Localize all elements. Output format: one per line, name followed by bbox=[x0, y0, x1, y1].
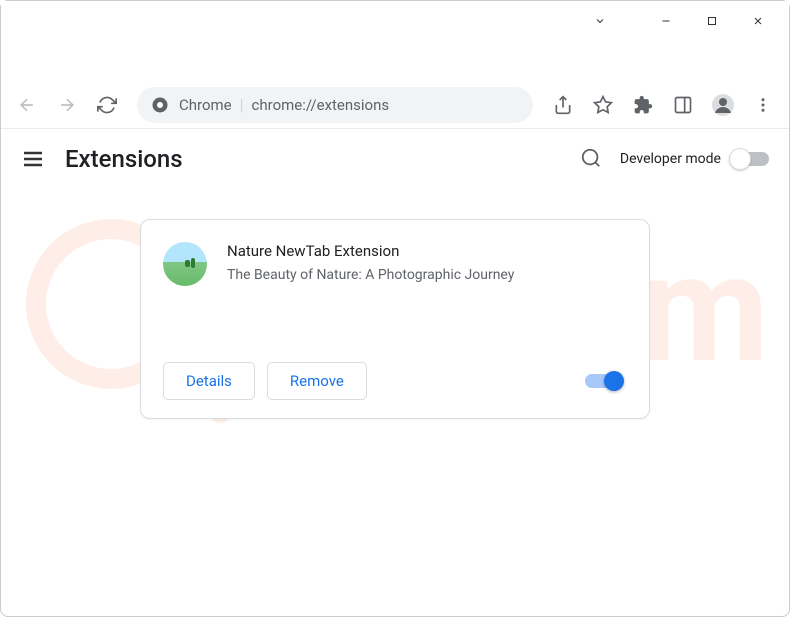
share-button[interactable] bbox=[545, 87, 581, 123]
omnibox-separator: | bbox=[240, 95, 244, 114]
omnibox-scheme: Chrome bbox=[179, 96, 232, 114]
extension-name: Nature NewTab Extension bbox=[227, 242, 627, 260]
extensions-list: Nature NewTab Extension The Beauty of Na… bbox=[1, 189, 789, 419]
extension-card: Nature NewTab Extension The Beauty of Na… bbox=[140, 219, 650, 419]
details-button[interactable]: Details bbox=[163, 362, 255, 400]
hamburger-menu-button[interactable] bbox=[21, 147, 45, 171]
close-window-button[interactable] bbox=[735, 5, 781, 37]
bookmark-button[interactable] bbox=[585, 87, 621, 123]
menu-button[interactable] bbox=[745, 87, 781, 123]
maximize-button[interactable] bbox=[689, 5, 735, 37]
browser-toolbar: Chrome | chrome://extensions bbox=[1, 81, 789, 129]
remove-button[interactable]: Remove bbox=[267, 362, 367, 400]
search-extensions-button[interactable] bbox=[580, 147, 604, 171]
profile-button[interactable] bbox=[705, 87, 741, 123]
omnibox-url: chrome://extensions bbox=[252, 96, 390, 114]
window-titlebar bbox=[1, 1, 789, 41]
window-dropdown-button[interactable] bbox=[577, 5, 623, 37]
extension-icon bbox=[163, 242, 207, 286]
chrome-icon bbox=[151, 96, 169, 114]
forward-button[interactable] bbox=[49, 87, 85, 123]
address-bar[interactable]: Chrome | chrome://extensions bbox=[137, 87, 533, 123]
page-title: Extensions bbox=[65, 145, 580, 173]
reload-button[interactable] bbox=[89, 87, 125, 123]
page-header: Extensions Developer mode bbox=[1, 129, 789, 189]
extension-description: The Beauty of Nature: A Photographic Jou… bbox=[227, 266, 627, 286]
back-button[interactable] bbox=[9, 87, 45, 123]
developer-mode-label: Developer mode bbox=[620, 151, 721, 167]
developer-mode-toggle[interactable] bbox=[733, 152, 769, 166]
minimize-button[interactable] bbox=[643, 5, 689, 37]
extensions-button[interactable] bbox=[625, 87, 661, 123]
side-panel-button[interactable] bbox=[665, 87, 701, 123]
extension-enable-toggle[interactable] bbox=[585, 374, 621, 388]
